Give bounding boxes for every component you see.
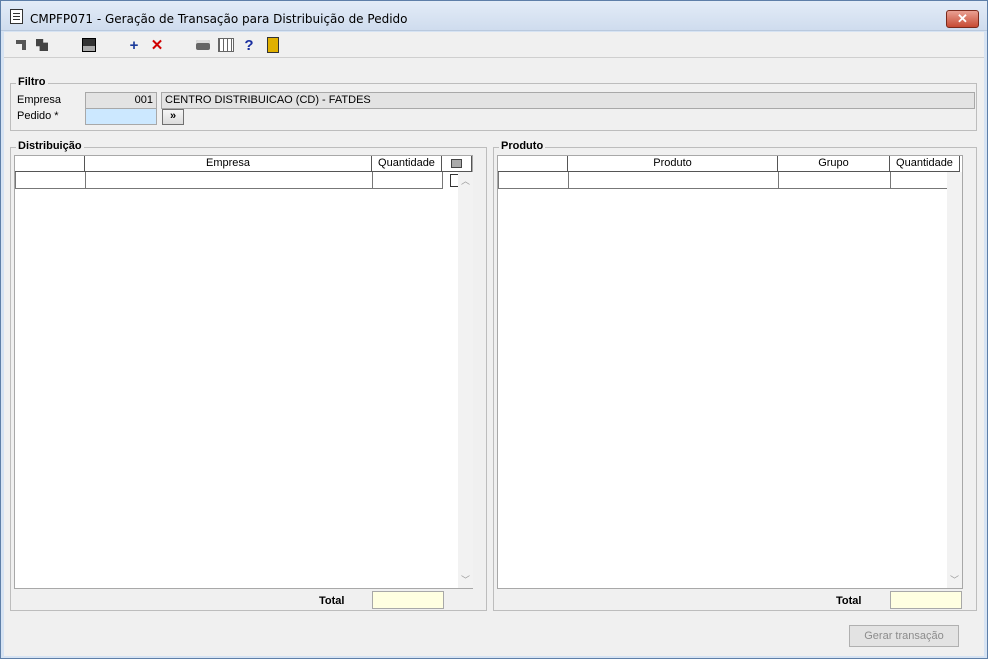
- produto-total-field: [890, 591, 962, 609]
- toolbar: + ✕ ?: [4, 32, 984, 58]
- distribuicao-header-blank: [15, 156, 85, 172]
- delete-icon[interactable]: ✕: [149, 37, 165, 54]
- distribuicao-scrollbar[interactable]: ︿ ﹀: [458, 172, 473, 588]
- produto-header-blank: [498, 156, 568, 172]
- client-area: + ✕ ? Filtro Empresa 001 CENTRO DISTRIBU…: [4, 32, 984, 656]
- print-icon[interactable]: [195, 37, 211, 53]
- scroll-down-icon[interactable]: ﹀: [950, 573, 959, 586]
- empresa-name-field: CENTRO DISTRIBUICAO (CD) - FATDES: [161, 92, 975, 109]
- distribuicao-header-empresa[interactable]: Empresa: [85, 156, 372, 172]
- distribuicao-legend: Distribuição: [16, 140, 84, 152]
- empresa-code-field: 001: [85, 92, 157, 109]
- add-icon[interactable]: +: [126, 37, 142, 54]
- produto-header-quantidade[interactable]: Quantidade: [890, 156, 960, 172]
- produto-group: Produto Produto Grupo Quantidade ﹀ Total: [493, 140, 977, 611]
- scroll-down-icon[interactable]: ﹀: [461, 573, 470, 586]
- app-window: CMPFP071 - Geração de Transação para Dis…: [0, 0, 988, 659]
- close-button[interactable]: ✕: [946, 10, 979, 28]
- distribuicao-header-quantidade[interactable]: Quantidade: [372, 156, 442, 172]
- gerar-transacao-button[interactable]: Gerar transação: [849, 625, 959, 647]
- produto-cell-produto[interactable]: [568, 172, 779, 189]
- distribuicao-header-select[interactable]: [442, 156, 472, 172]
- scroll-up-icon[interactable]: ︿: [461, 174, 470, 187]
- grid-icon[interactable]: [218, 37, 234, 53]
- distribuicao-cell-empresa[interactable]: [85, 172, 373, 189]
- nav-copy-icon[interactable]: [34, 37, 50, 53]
- produto-total-label: Total: [836, 595, 862, 607]
- title-bar: CMPFP071 - Geração de Transação para Dis…: [1, 1, 987, 31]
- exit-icon[interactable]: [265, 37, 281, 53]
- distribuicao-total-field: [372, 591, 444, 609]
- nav-first-icon[interactable]: [13, 37, 29, 53]
- produto-header-produto[interactable]: Produto: [568, 156, 778, 172]
- window-title: CMPFP071 - Geração de Transação para Dis…: [30, 12, 408, 26]
- pedido-label: Pedido *: [17, 110, 59, 122]
- filtro-group: Filtro Empresa 001 CENTRO DISTRIBUICAO (…: [10, 76, 977, 131]
- produto-cell-grupo[interactable]: [778, 172, 891, 189]
- save-icon[interactable]: [81, 37, 97, 53]
- document-icon: [10, 9, 23, 24]
- produto-cell-code[interactable]: [498, 172, 569, 189]
- distribuicao-total-label: Total: [319, 595, 345, 607]
- pedido-lookup-button[interactable]: »: [162, 109, 184, 125]
- produto-scrollbar[interactable]: ﹀: [947, 172, 962, 588]
- distribuicao-grid[interactable]: Empresa Quantidade ︿ ﹀: [14, 155, 473, 589]
- distribuicao-cell-quantidade[interactable]: [372, 172, 443, 189]
- distribuicao-cell-code[interactable]: [15, 172, 86, 189]
- filtro-legend: Filtro: [16, 76, 48, 88]
- produto-header-grupo[interactable]: Grupo: [778, 156, 890, 172]
- select-all-icon: [451, 159, 462, 168]
- empresa-label: Empresa: [17, 94, 62, 106]
- pedido-input[interactable]: [85, 108, 157, 125]
- distribuicao-group: Distribuição Empresa Quantidade ︿ ﹀ Tota…: [10, 140, 487, 611]
- help-icon[interactable]: ?: [241, 37, 257, 54]
- produto-legend: Produto: [499, 140, 546, 152]
- produto-grid[interactable]: Produto Grupo Quantidade ﹀: [497, 155, 963, 589]
